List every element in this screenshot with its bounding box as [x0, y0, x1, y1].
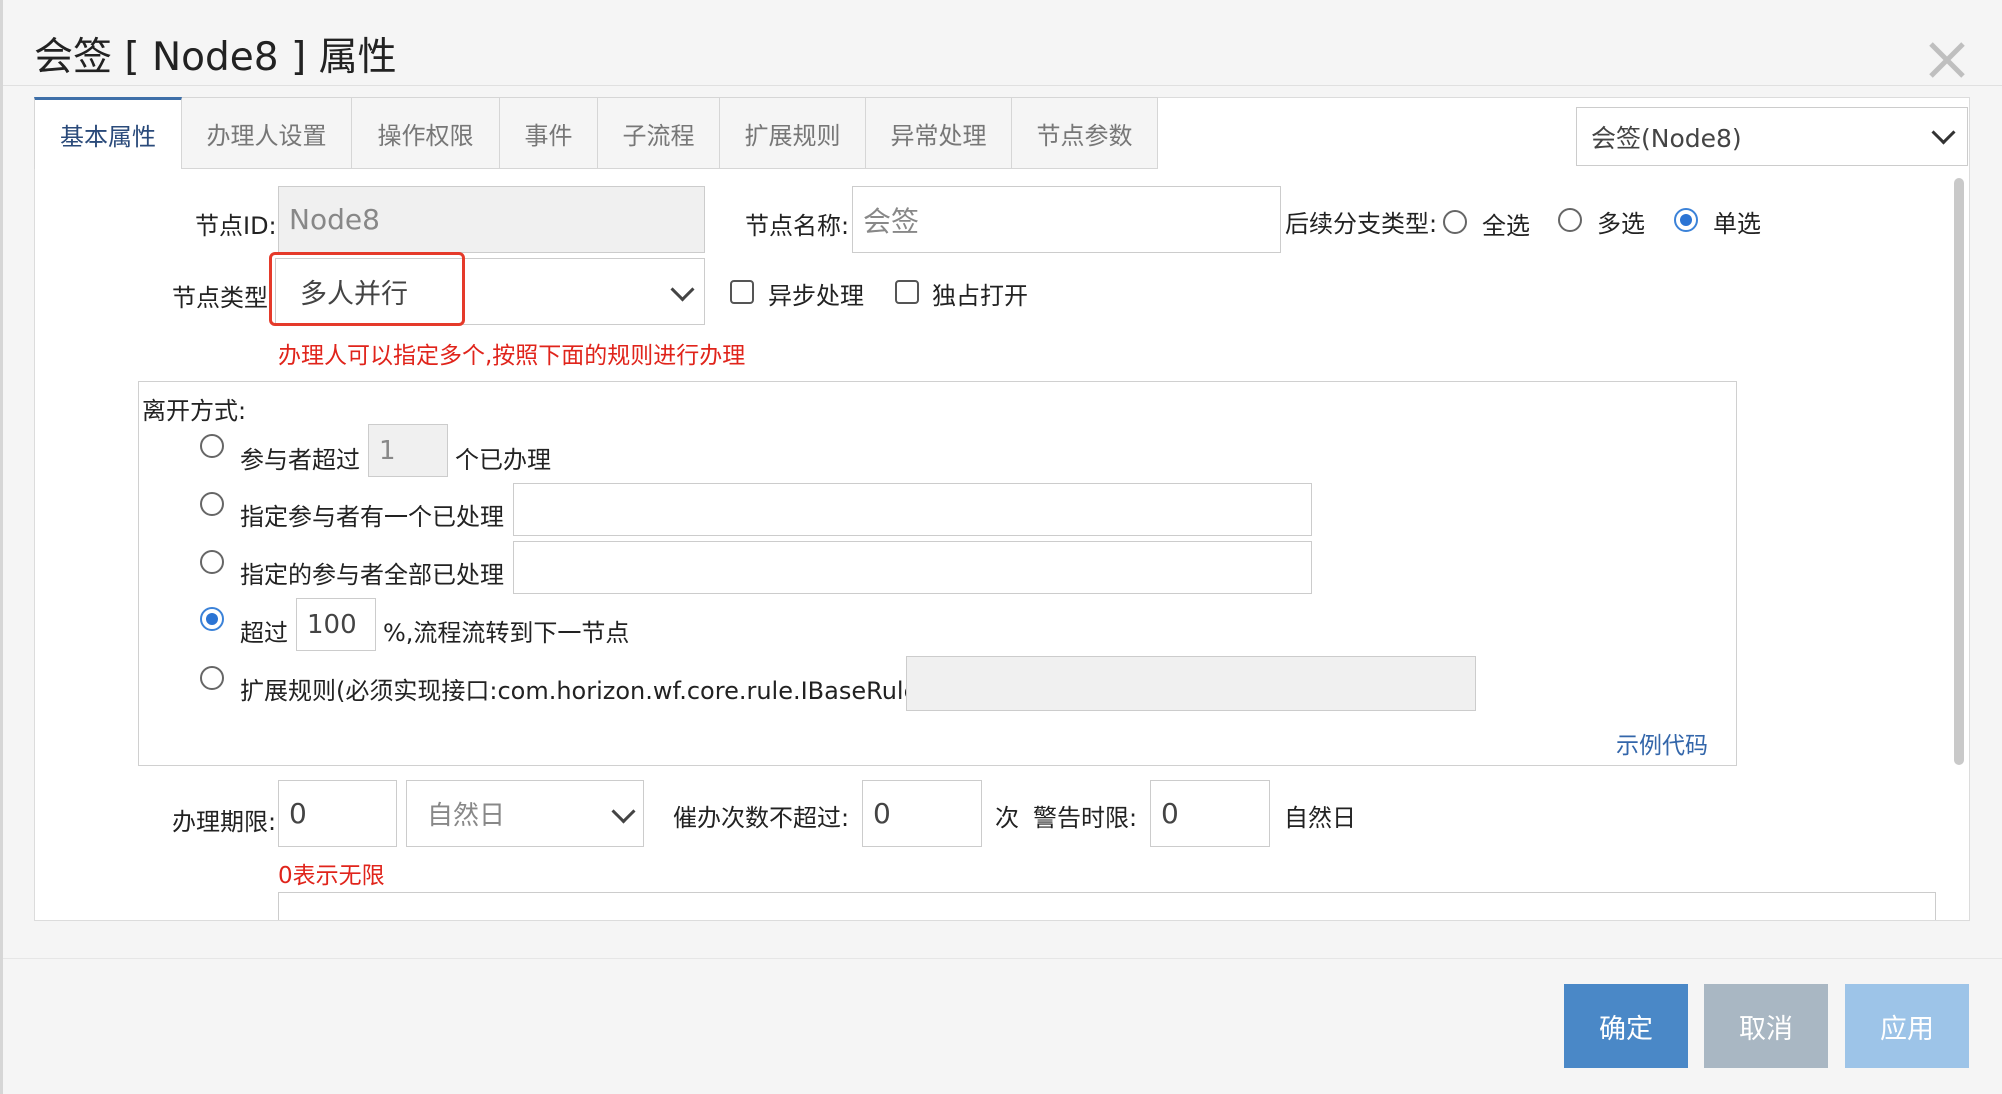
leave-opt1-suffix: 个已办理 — [455, 446, 551, 474]
branch-multi-radio[interactable] — [1558, 208, 1582, 232]
leave-opt5-field[interactable] — [906, 656, 1476, 711]
urge-label: 催办次数不超过: — [673, 804, 850, 832]
tab-exception[interactable]: 异常处理 — [866, 97, 1012, 169]
exclusive-label: 独占打开 — [932, 282, 1028, 310]
warn-field[interactable]: 0 — [1150, 780, 1270, 847]
node-name-label: 节点名称: — [745, 212, 850, 240]
leave-opt4-radio[interactable] — [200, 607, 224, 631]
leave-opt1-radio[interactable] — [200, 434, 224, 458]
async-label: 异步处理 — [768, 282, 864, 310]
tab-node-params[interactable]: 节点参数 — [1012, 97, 1158, 169]
branch-all-label: 全选 — [1482, 212, 1530, 240]
tab-extension-rules[interactable]: 扩展规则 — [720, 97, 866, 169]
leave-opt1-field[interactable]: 1 — [368, 424, 448, 477]
leave-opt4-field[interactable]: 100 — [296, 598, 376, 651]
node-type-highlight — [269, 252, 465, 326]
node-name-field[interactable]: 会签 — [852, 186, 1281, 253]
urge-suffix: 次 — [995, 804, 1019, 832]
tab-events[interactable]: 事件 — [500, 97, 598, 169]
urge-field[interactable]: 0 — [862, 780, 982, 847]
warn-suffix: 自然日 — [1284, 804, 1356, 832]
branch-single-label: 单选 — [1713, 210, 1761, 238]
chevron-down-icon — [611, 799, 636, 824]
async-checkbox[interactable] — [730, 280, 754, 304]
node-id-field[interactable]: Node8 — [278, 186, 705, 253]
deadline-unit-select[interactable]: 自然日 — [406, 780, 644, 847]
deadline-label: 办理期限: — [172, 808, 277, 836]
ok-button[interactable]: 确定 — [1564, 984, 1688, 1068]
node-select[interactable]: 会签(Node8) — [1576, 107, 1968, 166]
warn-label: 警告时限: — [1033, 804, 1138, 832]
footer-divider — [3, 958, 2002, 959]
branch-single-radio[interactable] — [1674, 208, 1698, 232]
leave-opt3-label: 指定的参与者全部已处理 — [240, 561, 504, 589]
leave-opt4-prefix: 超过 — [240, 619, 288, 647]
leave-opt2-field[interactable] — [513, 483, 1312, 536]
branch-all-radio[interactable] — [1443, 210, 1467, 234]
header-divider — [3, 85, 2002, 86]
node-type-label: 节点类型 — [172, 284, 268, 312]
leave-opt2-label: 指定参与者有一个已处理 — [240, 503, 504, 531]
tab-basic[interactable]: 基本属性 — [34, 97, 182, 169]
deadline-hint: 0表示无限 — [278, 863, 385, 889]
branch-type-label: 后续分支类型: — [1285, 210, 1438, 238]
scrollbar-thumb[interactable] — [1954, 178, 1964, 765]
leave-opt5-radio[interactable] — [200, 666, 224, 690]
leave-mode-legend: 离开方式: — [142, 397, 247, 425]
leave-opt1-prefix: 参与者超过 — [240, 446, 360, 474]
leave-opt5-label: 扩展规则(必须实现接口:com.horizon.wf.core.rule.IBa… — [240, 677, 928, 705]
leave-opt3-field[interactable] — [513, 541, 1312, 594]
tab-handler[interactable]: 办理人设置 — [182, 97, 352, 169]
close-icon[interactable] — [1925, 38, 1969, 82]
leave-opt4-suffix: %,流程流转到下一节点 — [383, 619, 630, 647]
cancel-button[interactable]: 取消 — [1704, 984, 1828, 1068]
chevron-down-icon — [670, 277, 695, 302]
tab-subflow[interactable]: 子流程 — [598, 97, 720, 169]
deadline-field[interactable]: 0 — [278, 780, 397, 847]
leave-opt2-radio[interactable] — [200, 492, 224, 516]
branch-multi-label: 多选 — [1597, 210, 1645, 238]
sample-code-link[interactable]: 示例代码 — [1616, 726, 1708, 760]
node-id-label: 节点ID: — [195, 212, 277, 240]
apply-button[interactable]: 应用 — [1845, 984, 1969, 1068]
chevron-down-icon — [1931, 120, 1956, 145]
leave-opt3-radio[interactable] — [200, 550, 224, 574]
node-class-field[interactable] — [278, 892, 1936, 920]
node-type-hint: 办理人可以指定多个,按照下面的规则进行办理 — [278, 343, 746, 369]
dialog-title: 会签 [ Node8 ] 属性 — [34, 35, 397, 80]
tab-permissions[interactable]: 操作权限 — [352, 97, 500, 169]
exclusive-checkbox[interactable] — [895, 280, 919, 304]
